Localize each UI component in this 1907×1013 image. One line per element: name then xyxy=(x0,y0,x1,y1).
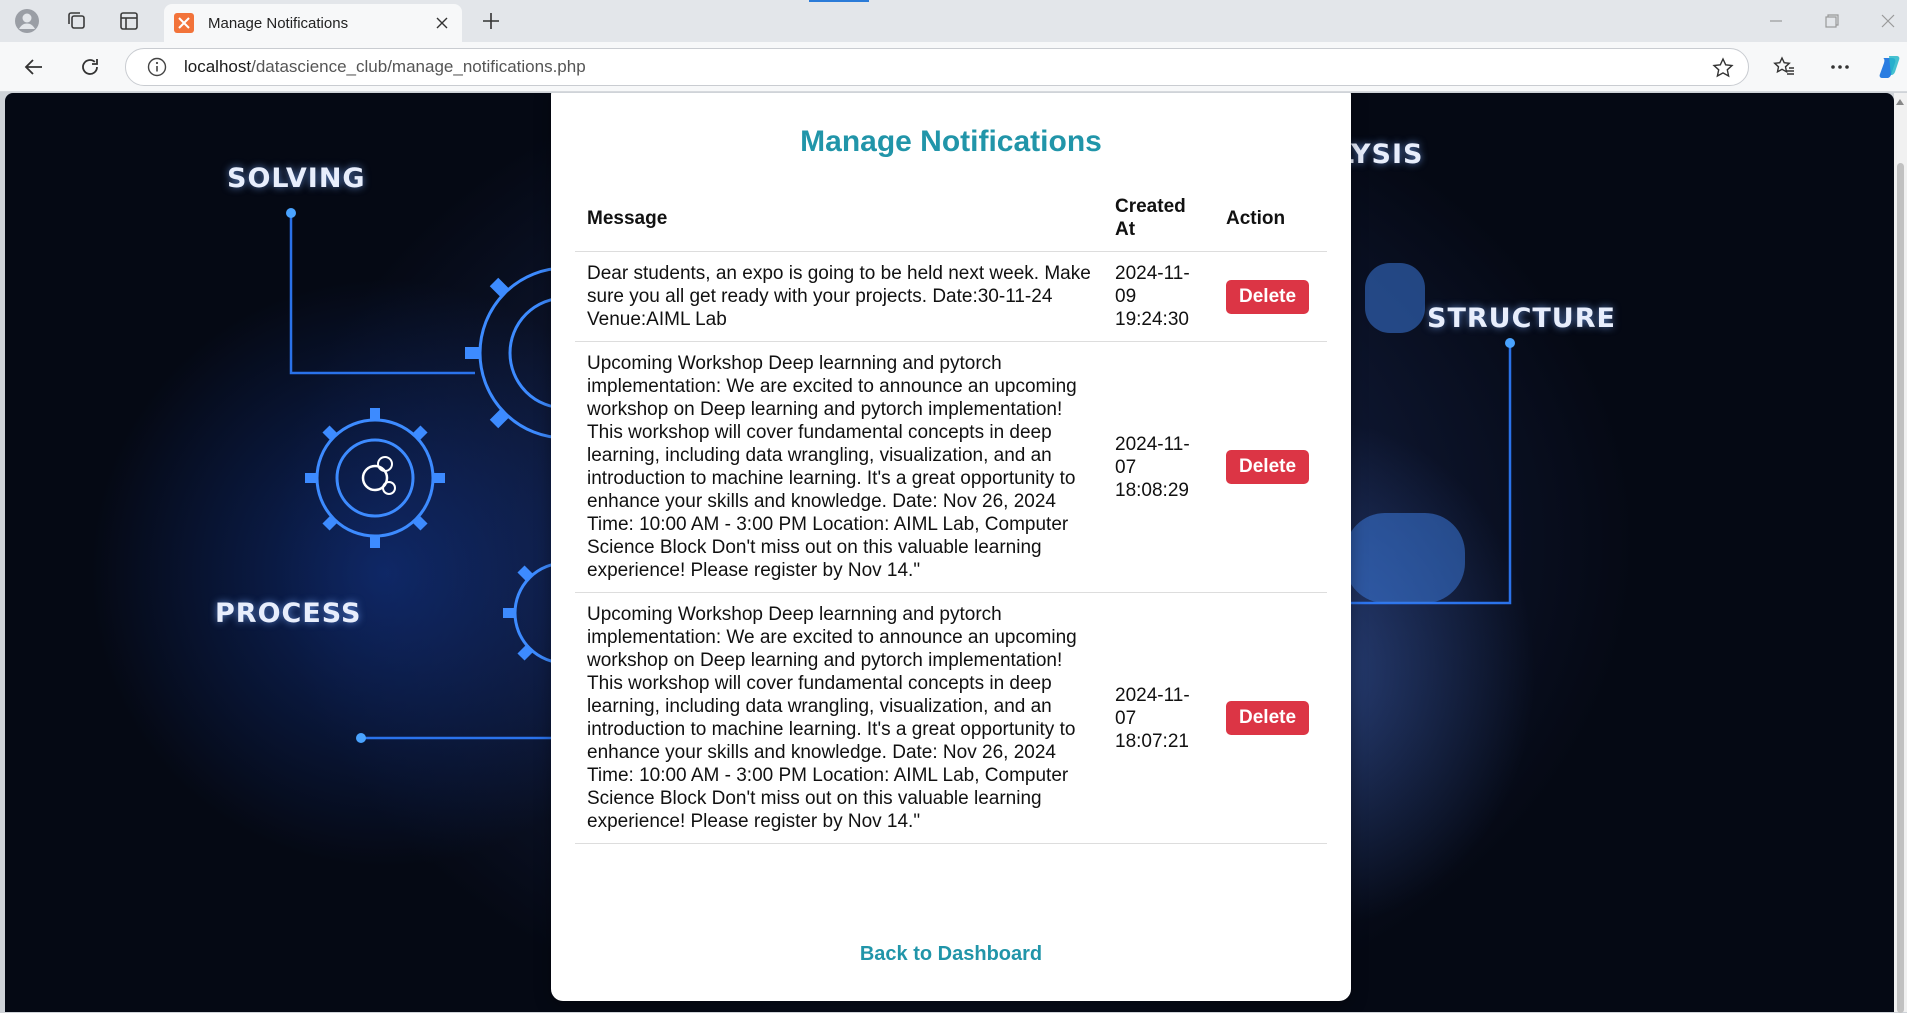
action-cell: Delete xyxy=(1214,251,1327,342)
close-tab-icon[interactable] xyxy=(432,13,452,33)
back-icon[interactable] xyxy=(18,52,50,82)
copilot-icon[interactable] xyxy=(1874,52,1906,82)
header-action: Action xyxy=(1214,185,1327,252)
bg-label-structure: STRUCTURE xyxy=(1427,303,1616,334)
refresh-icon[interactable] xyxy=(74,52,106,82)
tab-actions-icon[interactable] xyxy=(114,8,144,34)
table-header-row: Message Created At Action xyxy=(575,185,1327,252)
profile-icon[interactable] xyxy=(12,8,42,34)
url-path: /datascience_club/manage_notifications.p… xyxy=(251,57,586,76)
back-to-dashboard-link[interactable]: Back to Dashboard xyxy=(551,943,1351,966)
tab-title: Manage Notifications xyxy=(208,14,349,32)
bg-label-process: PROCESS xyxy=(215,598,362,629)
action-cell: Delete xyxy=(1214,341,1327,593)
favorites-icon[interactable] xyxy=(1768,52,1800,82)
page-scrollbar[interactable] xyxy=(1894,93,1907,1013)
table-row: Upcoming Workshop Deep learnning and pyt… xyxy=(575,592,1327,844)
notifications-table: Message Created At Action Dear students,… xyxy=(575,185,1327,844)
bg-label-solving: SOLVING xyxy=(227,163,366,194)
site-info-icon[interactable] xyxy=(146,56,168,78)
scrollbar-thumb[interactable] xyxy=(1897,163,1904,1013)
header-message: Message xyxy=(575,185,1103,252)
created-at-cell: 2024-11-07 18:07:21 xyxy=(1103,592,1214,844)
restore-icon[interactable] xyxy=(1812,8,1852,34)
browser-tab-bar: Manage Notifications xyxy=(0,0,1907,42)
new-tab-icon[interactable] xyxy=(476,8,506,34)
notifications-card: Manage Notifications Message Created At … xyxy=(551,93,1351,1001)
table-row: Dear students, an expo is going to be he… xyxy=(575,251,1327,342)
url-text: localhost/datascience_club/manage_notifi… xyxy=(184,57,586,77)
tab-manage-notifications[interactable]: Manage Notifications xyxy=(164,4,462,42)
page-title: Manage Notifications xyxy=(800,125,1102,158)
more-options-icon[interactable] xyxy=(1824,52,1856,82)
created-at-cell: 2024-11-09 19:24:30 xyxy=(1103,251,1214,342)
message-cell: Upcoming Workshop Deep learnning and pyt… xyxy=(575,341,1103,593)
tab-indicator xyxy=(809,0,869,2)
scroll-up-arrow-icon[interactable] xyxy=(1896,99,1904,105)
address-bar[interactable]: localhost/datascience_club/manage_notifi… xyxy=(125,48,1749,86)
page-viewport: SOLVING LYSIS STRUCTURE PROCESS Manage N… xyxy=(5,93,1894,1012)
address-toolbar: localhost/datascience_club/manage_notifi… xyxy=(0,42,1907,92)
favorite-star-icon[interactable] xyxy=(1712,57,1734,79)
url-host: localhost xyxy=(184,57,252,76)
xampp-favicon-icon xyxy=(174,13,194,33)
header-created-at: Created At xyxy=(1103,185,1214,252)
created-at-cell: 2024-11-07 18:08:29 xyxy=(1103,341,1214,593)
close-window-icon[interactable] xyxy=(1868,8,1907,34)
delete-button[interactable]: Delete xyxy=(1226,701,1310,735)
delete-button[interactable]: Delete xyxy=(1226,279,1310,314)
message-cell: Dear students, an expo is going to be he… xyxy=(575,251,1103,342)
table-row: Upcoming Workshop Deep learnning and pyt… xyxy=(575,341,1327,593)
action-cell: Delete xyxy=(1214,592,1327,844)
minimize-icon[interactable] xyxy=(1756,8,1796,34)
workspaces-icon[interactable] xyxy=(62,8,92,34)
message-cell: Upcoming Workshop Deep learnning and pyt… xyxy=(575,592,1103,844)
delete-button[interactable]: Delete xyxy=(1226,450,1310,484)
